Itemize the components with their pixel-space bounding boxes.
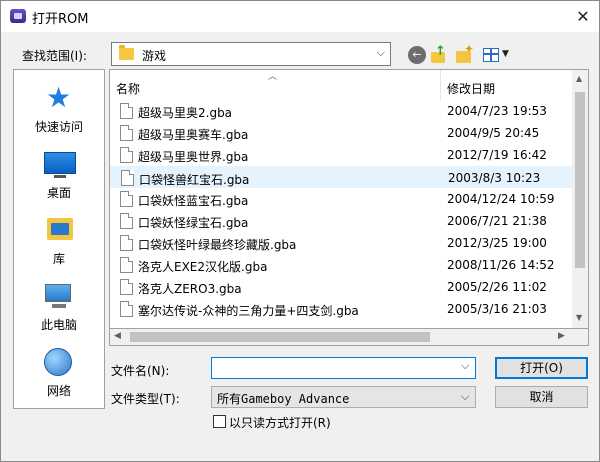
up-folder-icon[interactable]: ↑: [430, 44, 448, 64]
file-row[interactable]: 洛克人EXE2汉化版.gba 2008/11/26 14:52: [110, 254, 572, 276]
place-quick-access[interactable]: ★ 快速访问: [14, 76, 104, 138]
open-rom-dialog: 打开ROM ✕ 查找范围(I): 游戏 ⌵ ← ↑ ✦ ▼ ★ 快速访问 桌面 …: [0, 0, 600, 462]
file-type-value: 所有Gameboy Advance: [217, 392, 350, 406]
open-button[interactable]: 打开(O): [495, 357, 588, 379]
desktop-icon: [44, 152, 76, 178]
place-library[interactable]: 库: [14, 208, 104, 270]
file-name-input[interactable]: [211, 357, 476, 379]
place-label: 快速访问: [34, 120, 83, 134]
file-row[interactable]: 口袋妖怪绿宝石.gba 2006/7/21 21:38: [110, 210, 572, 232]
file-name: 洛克人EXE2汉化版.gba: [138, 260, 268, 274]
file-icon: [120, 147, 133, 163]
file-name: 超级马里奥2.gba: [138, 106, 233, 120]
horizontal-scrollbar[interactable]: ◀ ▶: [109, 329, 589, 346]
cancel-button[interactable]: 取消: [495, 386, 588, 408]
look-in-combobox[interactable]: 游戏 ⌵: [111, 42, 391, 66]
file-row[interactable]: 塞尔达传说-众神的三角力量+四支剑.gba 2005/3/16 21:03: [110, 298, 572, 320]
back-icon[interactable]: ←: [408, 46, 426, 64]
file-row-selected[interactable]: 口袋怪兽红宝石.gba 2003/8/3 10:23: [110, 166, 572, 188]
chevron-down-icon: ⌵: [461, 390, 470, 403]
file-row[interactable]: 洛克人ZERO3.gba 2005/2/26 11:02: [110, 276, 572, 298]
file-list-header: ︿ 名称 修改日期: [110, 70, 572, 100]
horizontal-scroll-thumb[interactable]: [130, 332, 430, 342]
vertical-scrollbar[interactable]: ▲ ▼: [572, 70, 588, 328]
file-date: 2006/7/21 21:38: [447, 214, 547, 228]
quick-access-icon: ★: [46, 81, 72, 114]
file-name: 口袋妖怪绿宝石.gba: [138, 216, 249, 230]
look-in-label: 查找范围(I):: [22, 49, 87, 63]
chevron-down-icon[interactable]: ⌵: [461, 359, 469, 373]
file-icon: [121, 170, 134, 186]
place-label: 此电脑: [40, 318, 77, 332]
file-date: 2005/3/16 21:03: [447, 302, 547, 316]
file-icon: [120, 257, 133, 273]
chevron-down-icon: ⌵: [376, 46, 385, 59]
sort-up-icon: ︿: [268, 72, 278, 82]
places-bar: ★ 快速访问 桌面 库 此电脑 网络: [13, 69, 105, 409]
file-date: 2004/12/24 10:59: [447, 192, 555, 206]
file-date: 2012/7/19 16:42: [447, 148, 547, 162]
file-name: 洛克人ZERO3.gba: [138, 282, 242, 296]
column-header-name[interactable]: 名称: [116, 80, 140, 97]
vertical-scroll-thumb[interactable]: [575, 92, 585, 268]
file-list: ︿ 名称 修改日期 超级马里奥2.gba 2004/7/23 19:53 超级马…: [109, 69, 589, 329]
file-name: 口袋怪兽红宝石.gba: [139, 173, 250, 187]
file-date: 2008/11/26 14:52: [447, 258, 555, 272]
place-desktop[interactable]: 桌面: [14, 142, 104, 204]
file-icon: [120, 301, 133, 317]
file-type-select[interactable]: 所有Gameboy Advance ⌵: [211, 386, 476, 408]
file-date: 2012/3/25 19:00: [447, 236, 547, 250]
file-date: 2005/2/26 11:02: [447, 280, 547, 294]
scroll-up-icon[interactable]: ▲: [576, 74, 582, 83]
file-row[interactable]: 口袋妖怪叶绿最终珍藏版.gba 2012/3/25 19:00: [110, 232, 572, 254]
file-date: 2004/9/5 20:45: [447, 126, 540, 140]
close-icon[interactable]: ✕: [567, 1, 599, 32]
file-row[interactable]: 口袋妖怪蓝宝石.gba 2004/12/24 10:59: [110, 188, 572, 210]
file-icon: [120, 103, 133, 119]
place-this-pc[interactable]: 此电脑: [14, 274, 104, 336]
scroll-down-icon[interactable]: ▼: [576, 313, 582, 322]
scroll-left-icon[interactable]: ◀: [114, 331, 121, 341]
column-header-date[interactable]: 修改日期: [447, 80, 495, 97]
column-divider[interactable]: [440, 70, 441, 100]
file-icon: [120, 213, 133, 229]
file-row[interactable]: 超级马里奥世界.gba 2012/7/19 16:42: [110, 144, 572, 166]
file-name: 超级马里奥世界.gba: [138, 150, 249, 164]
file-name-label: 文件名(N):: [111, 364, 170, 378]
window-title: 打开ROM: [32, 12, 89, 27]
file-date: 2004/7/23 19:53: [447, 104, 547, 118]
place-label: 库: [52, 252, 65, 266]
this-pc-icon: [45, 284, 71, 308]
file-icon: [120, 279, 133, 295]
file-date: 2003/8/3 10:23: [448, 171, 541, 185]
library-icon: [47, 218, 73, 240]
file-row[interactable]: 超级马里奥赛车.gba 2004/9/5 20:45: [110, 122, 572, 144]
file-row[interactable]: 超级马里奥2.gba 2004/7/23 19:53: [110, 100, 572, 122]
file-type-label: 文件类型(T):: [111, 392, 180, 406]
scroll-right-icon[interactable]: ▶: [558, 331, 565, 341]
folder-icon: [119, 45, 134, 60]
title-bar: 打开ROM ✕: [1, 1, 599, 32]
file-icon: [120, 235, 133, 251]
file-name: 口袋妖怪蓝宝石.gba: [138, 194, 249, 208]
read-only-checkbox[interactable]: [213, 415, 226, 428]
file-icon: [120, 191, 133, 207]
place-network[interactable]: 网络: [14, 340, 104, 402]
place-label: 桌面: [46, 186, 71, 200]
file-name: 超级马里奥赛车.gba: [138, 128, 249, 142]
network-icon: [44, 348, 72, 376]
view-menu-icon[interactable]: ▼: [483, 46, 511, 64]
file-icon: [120, 125, 133, 141]
file-name: 口袋妖怪叶绿最终珍藏版.gba: [138, 238, 297, 252]
new-folder-icon[interactable]: ✦: [455, 42, 474, 64]
read-only-label[interactable]: 以只读方式打开(R): [229, 414, 331, 431]
app-icon: [10, 9, 26, 23]
file-name: 塞尔达传说-众神的三角力量+四支剑.gba: [138, 304, 359, 318]
place-label: 网络: [46, 384, 71, 398]
look-in-value: 游戏: [142, 49, 167, 63]
